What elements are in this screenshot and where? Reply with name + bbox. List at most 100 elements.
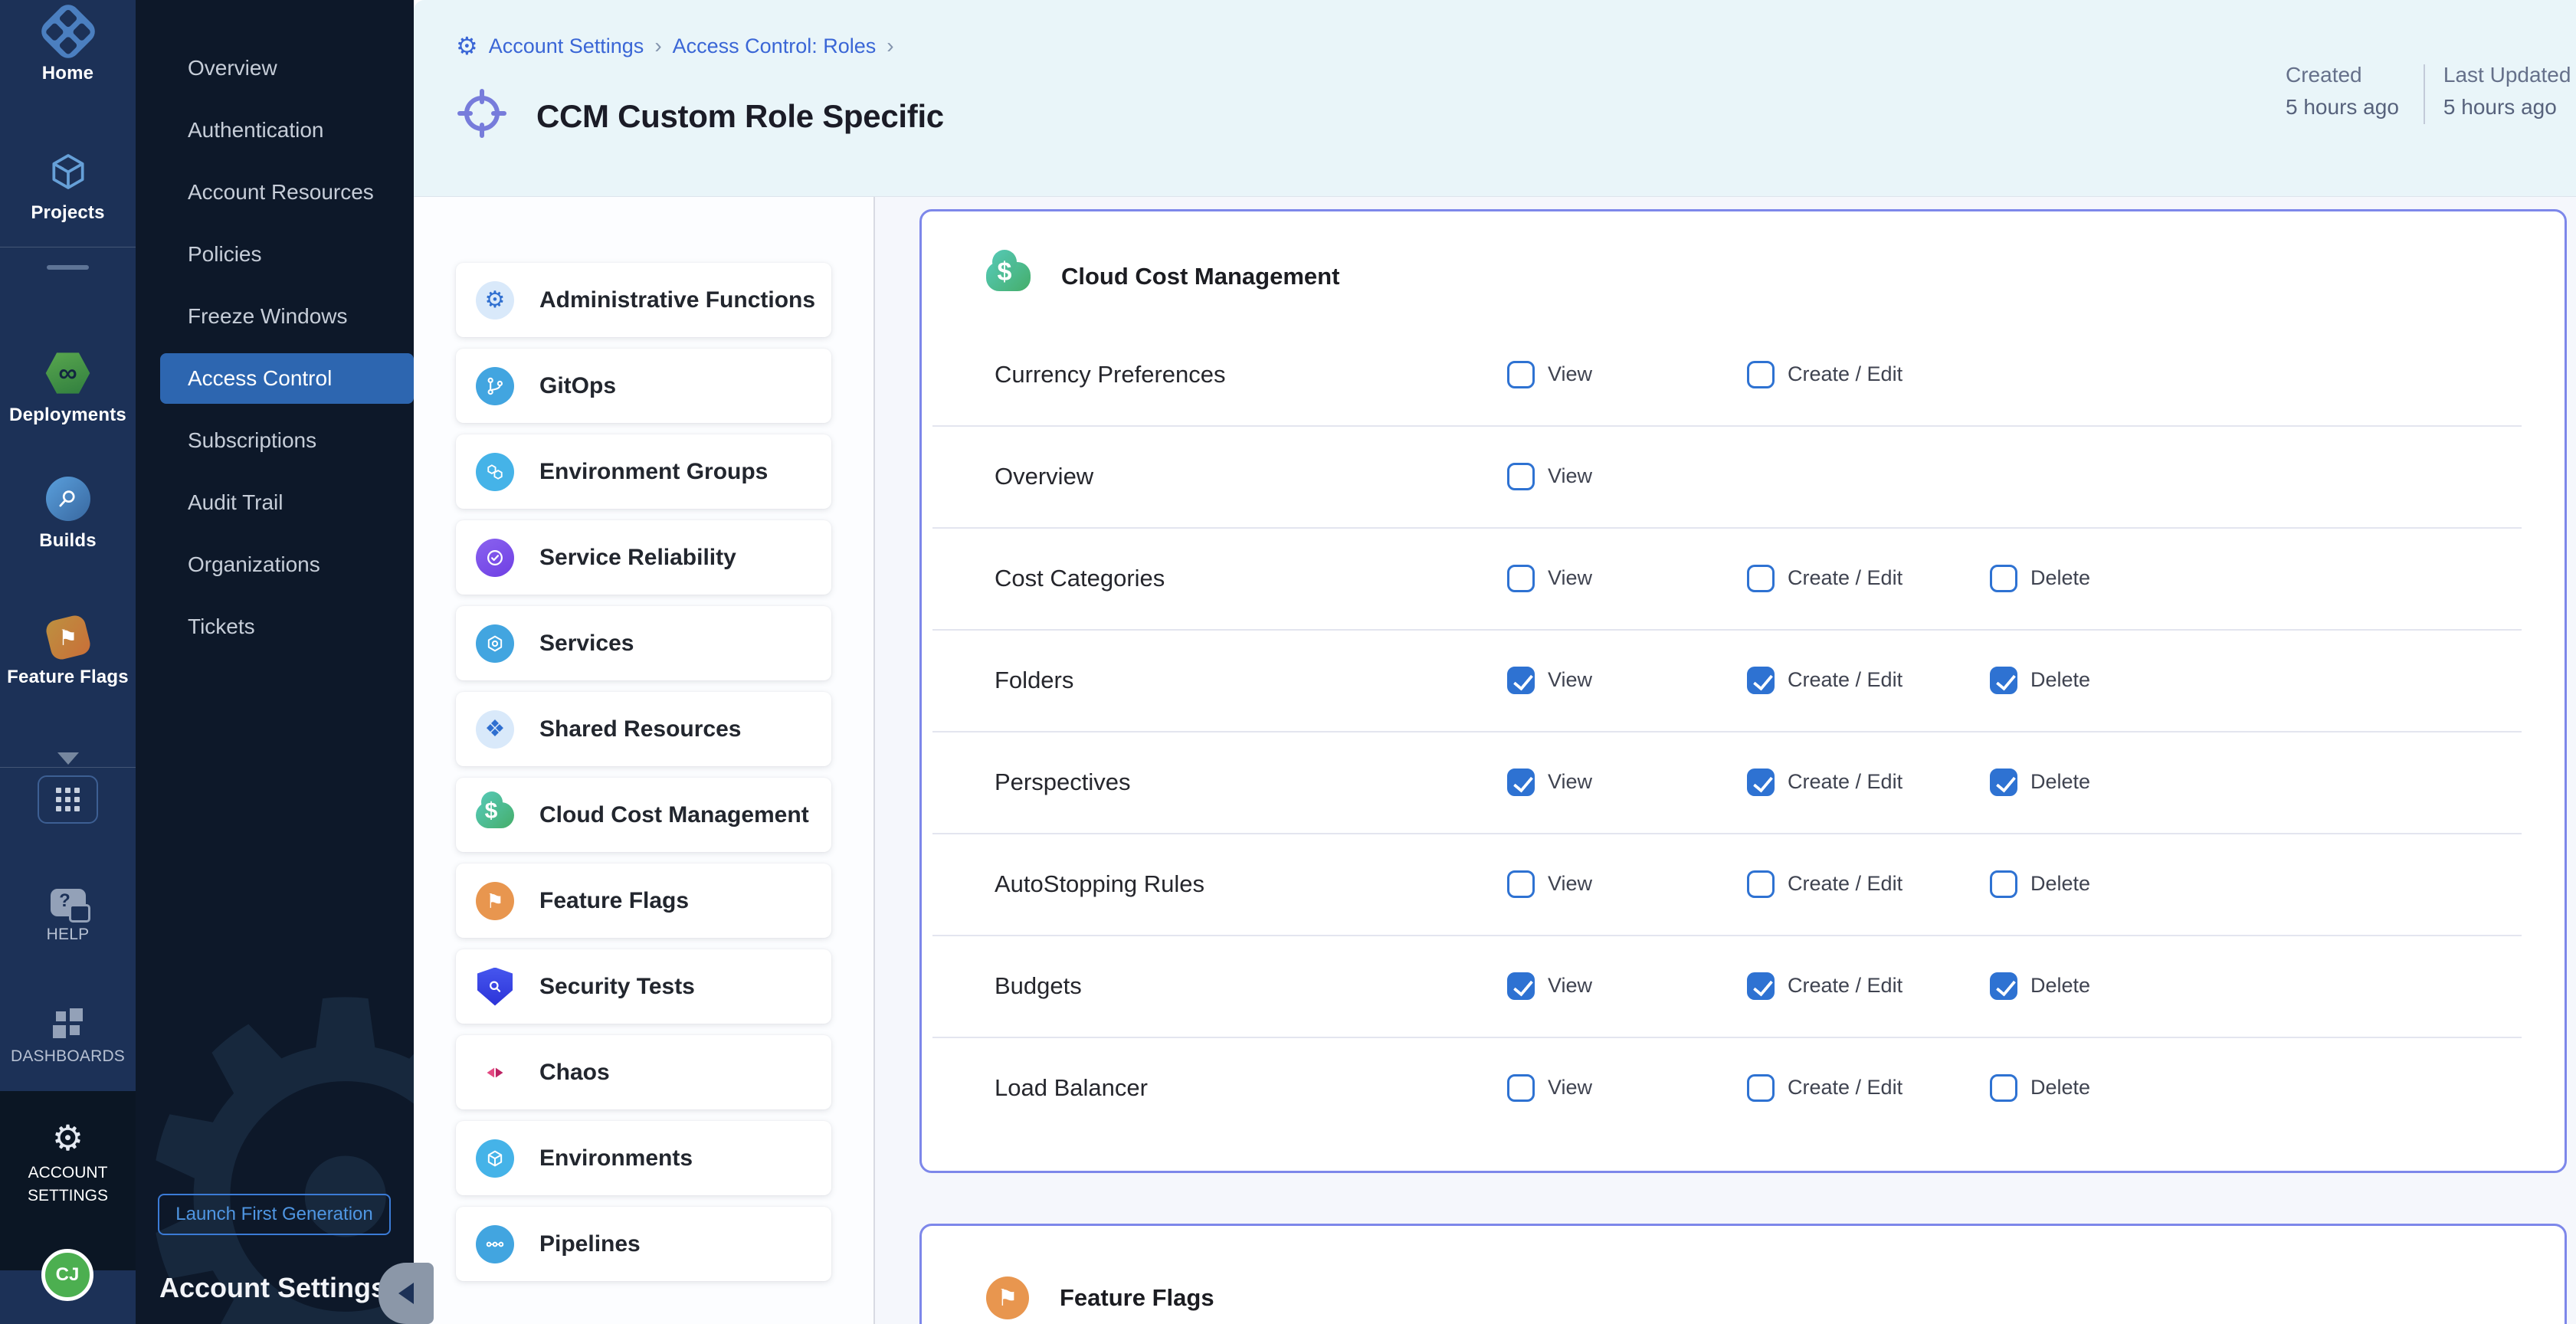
launch-first-generation-button[interactable]: Launch First Generation (158, 1194, 391, 1235)
nav-home[interactable]: Home (0, 9, 136, 84)
checkbox[interactable] (1990, 565, 2017, 592)
nav-projects[interactable]: Projects (0, 150, 136, 224)
category-feature-flags[interactable]: Feature Flags (456, 864, 831, 938)
checkbox[interactable] (1507, 463, 1535, 490)
checkbox[interactable] (1747, 1074, 1775, 1102)
permission-row-currency-preferences: Currency Preferences View Create / Edit … (922, 323, 2565, 425)
checkbox[interactable] (1990, 769, 2017, 796)
sidebar-item-policies[interactable]: Policies (136, 223, 414, 285)
sidebar-item-access-control[interactable]: Access Control (160, 353, 414, 404)
checkbox[interactable] (1507, 565, 1535, 592)
delete-checkbox[interactable]: Delete (1990, 870, 2090, 898)
category-cloud-cost-management[interactable]: Cloud Cost Management (456, 778, 831, 852)
view-checkbox[interactable]: View (1507, 1074, 1592, 1102)
category-gitops[interactable]: GitOps (456, 349, 831, 423)
category-environment-groups[interactable]: Environment Groups (456, 434, 831, 509)
delete-checkbox[interactable]: Delete (1990, 1074, 2090, 1102)
checkbox[interactable] (1990, 972, 2017, 1000)
nav-account-settings-selected[interactable]: ⚙ ACCOUNTSETTINGS (0, 1091, 136, 1270)
category-shared-resources[interactable]: Shared Resources (456, 692, 831, 766)
sidebar-collapse-button[interactable] (379, 1263, 434, 1324)
checkbox[interactable] (1507, 667, 1535, 694)
delete-checkbox[interactable]: Delete (1990, 565, 2090, 592)
checkbox[interactable] (1747, 972, 1775, 1000)
create-edit-checkbox[interactable]: Create / Edit (1747, 565, 1903, 592)
view-checkbox[interactable]: View (1507, 667, 1592, 694)
permission-row-folders: Folders View Create / Edit Delete (922, 629, 2565, 731)
create-edit-checkbox[interactable]: Create / Edit (1747, 667, 1903, 694)
help-button[interactable]: HELP (0, 889, 136, 944)
checkbox[interactable] (1507, 361, 1535, 388)
create-edit-checkbox[interactable]: Create / Edit (1747, 870, 1903, 898)
checkbox[interactable] (1747, 565, 1775, 592)
category-chaos[interactable]: Chaos (456, 1035, 831, 1109)
created-meta: Created 5 hours ago (2286, 63, 2399, 124)
delete-checkbox[interactable]: Delete (1990, 972, 2090, 1000)
sidebar-item-freeze-windows[interactable]: Freeze Windows (136, 285, 414, 347)
sidebar-item-tickets[interactable]: Tickets (136, 595, 414, 657)
view-checkbox[interactable]: View (1507, 565, 1592, 592)
nav-feature-flags[interactable]: Feature Flags (0, 618, 136, 688)
dashboards-button[interactable]: DASHBOARDS (0, 1008, 136, 1066)
view-checkbox[interactable]: View (1507, 972, 1592, 1000)
breadcrumb: ⚙ Account Settings › Access Control: Rol… (456, 34, 894, 58)
flag-square-icon (44, 613, 92, 661)
sidebar-item-overview[interactable]: Overview (136, 37, 414, 99)
role-meta: Created 5 hours ago Last Updated 5 hours… (2286, 63, 2571, 124)
create-edit-checkbox[interactable]: Create / Edit (1747, 1074, 1903, 1102)
module-picker-button[interactable] (38, 775, 98, 824)
create-edit-checkbox[interactable]: Create / Edit (1747, 972, 1903, 1000)
sidebar-item-authentication[interactable]: Authentication (136, 99, 414, 161)
checkbox[interactable] (1507, 870, 1535, 898)
sidebar-footer-title: Account Settings (159, 1272, 386, 1304)
create-edit-checkbox[interactable]: Create / Edit (1747, 361, 1903, 388)
view-checkbox[interactable]: View (1507, 870, 1592, 898)
rail-drag-handle[interactable] (47, 265, 89, 270)
category-pipelines[interactable]: Pipelines (456, 1207, 831, 1281)
more-modules-button[interactable] (0, 752, 136, 765)
nav-home-label: Home (42, 63, 93, 84)
checkbox[interactable] (1747, 667, 1775, 694)
checkbox[interactable] (1747, 361, 1775, 388)
sidebar-item-organizations[interactable]: Organizations (136, 533, 414, 595)
diamonds-icon (476, 710, 514, 749)
category-environments[interactable]: Environments (456, 1121, 831, 1195)
module-rail: Home Projects Deployments Builds Feature… (0, 0, 136, 1324)
gear-watermark: ⚙ (136, 933, 414, 1324)
view-checkbox[interactable]: View (1507, 769, 1592, 796)
checkbox[interactable] (1507, 972, 1535, 1000)
view-checkbox[interactable]: View (1507, 463, 1592, 490)
sidebar-item-subscriptions[interactable]: Subscriptions (136, 409, 414, 471)
view-checkbox[interactable]: View (1507, 361, 1592, 388)
breadcrumb-separator: › (887, 34, 893, 58)
section-header: Cloud Cost Management (922, 211, 2565, 291)
category-service-reliability[interactable]: Service Reliability (456, 520, 831, 595)
breadcrumb-access-control-roles[interactable]: Access Control: Roles (673, 34, 877, 58)
category-administrative-functions[interactable]: Administrative Functions (456, 263, 831, 337)
permission-row-overview: Overview View Create / Edit Delete (922, 425, 2565, 527)
dashboards-grid-icon (53, 1008, 83, 1038)
checkbox[interactable] (1747, 769, 1775, 796)
settings-menu: Overview Authentication Account Resource… (136, 0, 414, 657)
grid-icon (56, 788, 80, 811)
sidebar-item-audit-trail[interactable]: Audit Trail (136, 471, 414, 533)
checkbox[interactable] (1507, 1074, 1535, 1102)
checkbox[interactable] (1990, 1074, 2017, 1102)
breadcrumb-account-settings[interactable]: Account Settings (489, 34, 644, 58)
section-title: Feature Flags (1060, 1284, 1214, 1312)
nav-builds[interactable]: Builds (0, 477, 136, 552)
create-edit-checkbox[interactable]: Create / Edit (1747, 769, 1903, 796)
category-security-tests[interactable]: Security Tests (456, 949, 831, 1024)
help-chat-icon (51, 889, 86, 916)
delete-checkbox[interactable]: Delete (1990, 667, 2090, 694)
checkbox[interactable] (1990, 870, 2017, 898)
nav-deployments[interactable]: Deployments (0, 351, 136, 426)
user-avatar[interactable]: CJ (41, 1249, 93, 1301)
checkbox[interactable] (1747, 870, 1775, 898)
delete-checkbox[interactable]: Delete (1990, 769, 2090, 796)
sidebar-item-account-resources[interactable]: Account Resources (136, 161, 414, 223)
gear-icon (476, 281, 514, 320)
checkbox[interactable] (1990, 667, 2017, 694)
checkbox[interactable] (1507, 769, 1535, 796)
category-services[interactable]: Services (456, 606, 831, 680)
